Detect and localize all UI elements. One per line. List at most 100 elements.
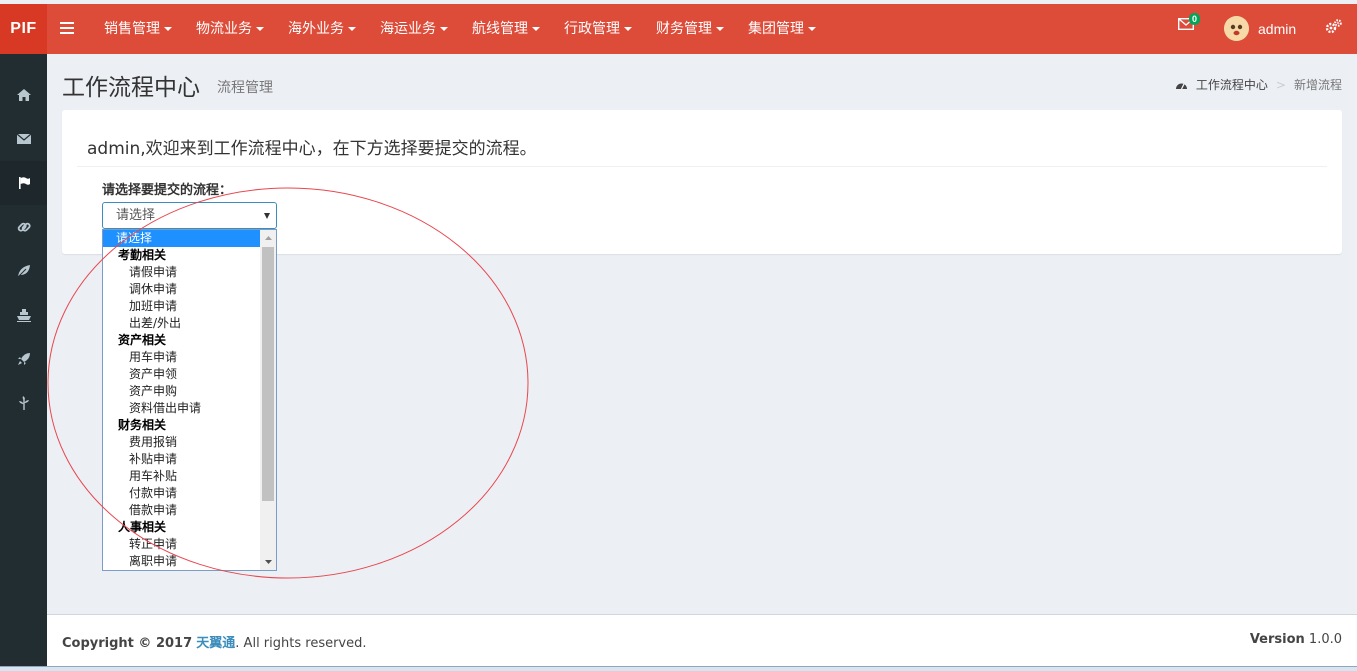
option-item[interactable]: 资料借出申请: [103, 400, 276, 417]
sidebar-item-rocket[interactable]: [0, 337, 47, 381]
gears-icon: [1325, 19, 1342, 34]
top-navbar: PIF 销售管理 物流业务 海外业务 海运业务 航线管理 行政管理 财务管理 集团管理 0 a…: [0, 4, 1357, 54]
option-item[interactable]: 资产申购: [103, 383, 276, 400]
sidebar-item-flag[interactable]: [0, 161, 47, 205]
avatar[interactable]: [1224, 16, 1249, 41]
home-icon: [16, 89, 31, 101]
copyright: Copyright © 2017 天翼通. All rights reserve…: [62, 632, 367, 651]
nav-item-label: 行政管理: [564, 21, 620, 37]
nav-item[interactable]: 物流业务: [184, 4, 276, 54]
option-item[interactable]: 出差/外出: [103, 315, 276, 332]
sidebar-item-home[interactable]: [0, 73, 47, 117]
option-item[interactable]: 离职申请: [103, 553, 276, 570]
sidebar-item-mail[interactable]: [0, 117, 47, 161]
sidebar: [0, 54, 47, 671]
option-item[interactable]: 补贴申请: [103, 451, 276, 468]
dashboard-icon: [1175, 83, 1187, 89]
welcome-message: admin,欢迎来到工作流程中心，在下方选择要提交的流程。: [87, 139, 537, 159]
nav-item-label: 物流业务: [196, 21, 252, 37]
option-item[interactable]: 资产申领: [103, 366, 276, 383]
workflow-select-value: 请选择: [116, 208, 156, 223]
copyright-prefix: Copyright © 2017: [62, 636, 193, 651]
breadcrumb-current: 新增流程: [1293, 78, 1342, 92]
username-label[interactable]: admin: [1258, 4, 1296, 54]
workflow-select[interactable]: 请选择: [102, 202, 277, 229]
breadcrumb-separator: >: [1275, 77, 1286, 92]
logo[interactable]: PIF: [0, 4, 47, 54]
scroll-up-button[interactable]: [260, 230, 276, 246]
nav-item-label: 销售管理: [104, 21, 160, 37]
rocket-icon: [17, 353, 30, 365]
copyright-suffix: . All rights reserved.: [235, 636, 367, 651]
link-icon: [17, 222, 31, 232]
breadcrumb-home-link[interactable]: 工作流程中心: [1196, 76, 1268, 93]
scroll-down-icon: [264, 560, 272, 564]
envelope-icon: [16, 133, 31, 144]
scrollbar-thumb[interactable]: [262, 247, 274, 501]
option-item[interactable]: 付款申请: [103, 485, 276, 502]
nav-item-label: 海运业务: [380, 21, 436, 37]
caret-down-icon: [440, 27, 448, 31]
nav-item[interactable]: 财务管理: [644, 4, 736, 54]
menu-icon: [60, 22, 74, 34]
menu-toggle-button[interactable]: [60, 4, 74, 54]
nav-item[interactable]: 海运业务: [368, 4, 460, 54]
option-group-label: 人事相关: [118, 520, 167, 534]
option-item[interactable]: 请假申请: [103, 264, 276, 281]
version-value: 1.0.0: [1308, 632, 1342, 647]
nav-item[interactable]: 航线管理: [460, 4, 552, 54]
option-selected[interactable]: 请选择: [103, 230, 260, 247]
sidebar-item-pagelines[interactable]: [0, 381, 47, 425]
option-item[interactable]: 借款申请: [103, 502, 276, 519]
option-item[interactable]: 调休申请: [103, 281, 276, 298]
page-subtitle: 流程管理: [217, 80, 273, 96]
scrollbar[interactable]: [260, 230, 276, 570]
version: Version 1.0.0: [1250, 632, 1342, 647]
sidebar-item-leaf[interactable]: [0, 249, 47, 293]
caret-down-icon: [808, 27, 816, 31]
caret-down-icon: [256, 27, 264, 31]
option-item[interactable]: 用车补贴: [103, 468, 276, 485]
ship-icon: [16, 309, 31, 322]
option-item[interactable]: 用车申请: [103, 349, 276, 366]
caret-down-icon: [624, 27, 632, 31]
option-item[interactable]: 转正申请: [103, 536, 276, 553]
nav-item[interactable]: 行政管理: [552, 4, 644, 54]
nav-item[interactable]: 销售管理: [92, 4, 184, 54]
caret-down-icon: [164, 27, 172, 31]
nav-item[interactable]: 集团管理: [736, 4, 828, 54]
os-taskbar: [0, 666, 1357, 671]
mail-count-badge: 0: [1189, 13, 1201, 25]
version-label: Version: [1249, 632, 1305, 647]
option-group-label: 考勤相关: [118, 248, 167, 262]
option-item[interactable]: 加班申请: [103, 298, 276, 315]
pagelines-icon: [18, 396, 29, 410]
caret-down-icon: [348, 27, 356, 31]
sidebar-item-ship[interactable]: [0, 293, 47, 337]
workflow-select-label: 请选择要提交的流程：: [102, 183, 233, 198]
nav-item-label: 集团管理: [748, 21, 804, 37]
option-group-label: 资产相关: [118, 333, 167, 347]
footer: Copyright © 2017 天翼通. All rights reserve…: [47, 614, 1357, 666]
top-nav-menu: 销售管理 物流业务 海外业务 海运业务 航线管理 行政管理 财务管理 集团管理: [92, 4, 828, 54]
nav-item-label: 航线管理: [472, 21, 528, 37]
page-title: 工作流程中心: [62, 75, 200, 101]
divider: [77, 166, 1327, 167]
scroll-down-button[interactable]: [260, 554, 276, 570]
workflow-options-list[interactable]: 请选择 考勤相关请假申请 调休申请 加班申请 出差/外出 资产相关用车申请 资产申领 资产申购…: [102, 229, 277, 571]
option-group-label: 财务相关: [118, 418, 167, 432]
caret-down-icon: [532, 27, 540, 31]
flag-icon: [18, 177, 30, 189]
company-link[interactable]: 天翼通: [196, 636, 235, 651]
nav-item-label: 财务管理: [656, 21, 712, 37]
dropdown-arrow-icon: [264, 213, 270, 219]
scroll-up-icon: [264, 236, 272, 240]
option-item[interactable]: 费用报销: [103, 434, 276, 451]
nav-item[interactable]: 海外业务: [276, 4, 368, 54]
sidebar-item-link[interactable]: [0, 205, 47, 249]
caret-down-icon: [716, 27, 724, 31]
nav-item-label: 海外业务: [288, 21, 344, 37]
settings-button[interactable]: [1325, 19, 1343, 37]
breadcrumb: 工作流程中心 > 新增流程: [1175, 76, 1342, 93]
leaf-icon: [17, 265, 30, 278]
